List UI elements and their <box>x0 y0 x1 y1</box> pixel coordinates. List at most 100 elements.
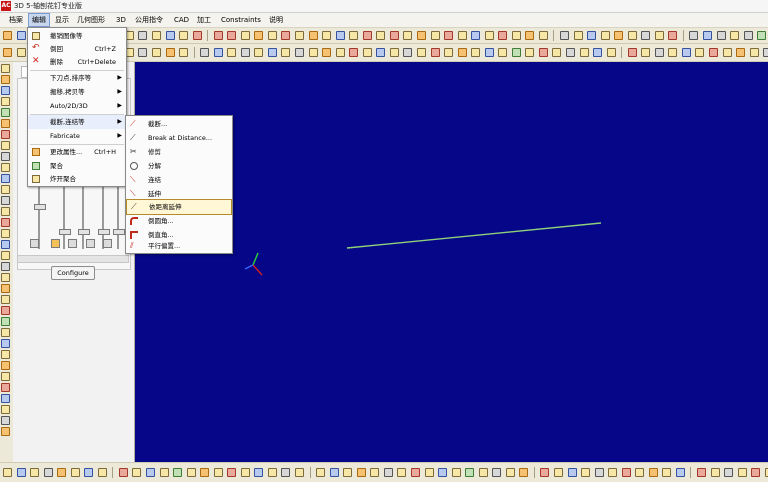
tool-icon[interactable] <box>132 468 142 477</box>
menu-item-explode-group[interactable]: 炸开聚合 <box>28 172 126 186</box>
tool-icon[interactable] <box>1 372 10 381</box>
submenu-item-break[interactable]: ⟋ 截断... <box>126 117 232 131</box>
submenu-item-extend[interactable]: ⟍ 延伸 <box>126 187 232 201</box>
submenu-item-explode[interactable]: 分解 <box>126 159 232 173</box>
tool-icon[interactable] <box>730 31 740 40</box>
menu-item-move-copy[interactable]: 搬移,拷贝等 ▶ <box>28 85 126 99</box>
menu-machining[interactable]: 加工 <box>194 14 214 26</box>
tool-icon[interactable] <box>430 31 440 40</box>
tool-icon[interactable] <box>451 468 461 477</box>
tool-icon[interactable] <box>559 31 569 40</box>
tool-icon[interactable] <box>416 48 426 57</box>
tool-icon[interactable] <box>362 31 372 40</box>
tool-icon[interactable] <box>457 31 467 40</box>
tool-icon[interactable] <box>200 468 210 477</box>
tool-icon[interactable] <box>1 339 10 348</box>
menu-utilities[interactable]: 公用指令 <box>132 14 166 26</box>
folder-open-icon[interactable] <box>1 75 10 84</box>
tool-icon[interactable] <box>227 48 237 57</box>
tool-icon[interactable] <box>410 468 420 477</box>
tool-icon[interactable] <box>430 48 440 57</box>
tool-icon[interactable] <box>1 240 10 249</box>
tool-icon[interactable] <box>1 97 10 106</box>
menu-item-break-join[interactable]: 截断,连结等 ▶ <box>28 115 126 129</box>
tool-icon[interactable] <box>573 31 583 40</box>
tool-icon[interactable] <box>668 31 678 40</box>
tool-icon[interactable] <box>349 31 359 40</box>
submenu-item-join[interactable]: ⟍ 连结 <box>126 173 232 187</box>
menu-item-auto-2d-3d[interactable]: Auto/2D/3D ▶ <box>28 99 126 113</box>
tool-icon[interactable] <box>322 48 332 57</box>
tool-icon[interactable] <box>593 48 603 57</box>
tool-icon[interactable] <box>654 31 664 40</box>
tool-icon[interactable] <box>146 468 156 477</box>
tool-icon[interactable] <box>1 218 10 227</box>
submenu-item-fillet[interactable]: 倒圆角... <box>126 214 232 228</box>
tool-icon[interactable] <box>675 468 685 477</box>
tool-icon[interactable] <box>1 64 10 73</box>
tool-icon[interactable] <box>281 468 291 477</box>
tool-icon[interactable] <box>1 141 10 150</box>
tool-icon[interactable] <box>240 48 250 57</box>
menu-item-undo-image[interactable]: 撤销图像等 <box>28 29 126 43</box>
tool-icon[interactable] <box>641 48 651 57</box>
tool-icon[interactable] <box>3 48 12 57</box>
tool-icon[interactable] <box>70 468 80 477</box>
tool-icon[interactable] <box>138 48 148 57</box>
tool-icon[interactable] <box>1 207 10 216</box>
tool-icon[interactable] <box>254 468 264 477</box>
slider-thumb[interactable] <box>59 229 71 235</box>
tool-icon[interactable] <box>498 48 508 57</box>
tool-icon[interactable] <box>492 468 502 477</box>
tool-icon[interactable] <box>465 468 475 477</box>
tool-icon[interactable] <box>267 48 277 57</box>
save-icon[interactable] <box>1 86 10 95</box>
tool-icon[interactable] <box>519 468 529 477</box>
geometry-line[interactable] <box>346 222 602 249</box>
tool-icon[interactable] <box>627 31 637 40</box>
tool-icon[interactable] <box>1 405 10 414</box>
menu-geometry[interactable]: 几何图形 <box>74 14 108 26</box>
tool-icon[interactable] <box>505 468 515 477</box>
tool-icon[interactable] <box>641 31 651 40</box>
tool-icon[interactable] <box>444 31 454 40</box>
tool-icon[interactable] <box>648 468 658 477</box>
tool-icon[interactable] <box>1 295 10 304</box>
tool-icon[interactable] <box>254 31 264 40</box>
tool-icon[interactable] <box>118 468 128 477</box>
tool-icon[interactable] <box>1 416 10 425</box>
tool-icon[interactable] <box>681 48 691 57</box>
tool-icon[interactable] <box>308 48 318 57</box>
tool-icon[interactable] <box>281 31 291 40</box>
tool-icon[interactable] <box>403 31 413 40</box>
tool-icon[interactable] <box>322 31 332 40</box>
tool-icon[interactable] <box>165 48 175 57</box>
tool-icon[interactable] <box>608 468 618 477</box>
menu-help[interactable]: 说明 <box>266 14 286 26</box>
menu-constraints[interactable]: Constraints <box>218 14 264 26</box>
panel-icon[interactable] <box>30 239 39 248</box>
tool-icon[interactable] <box>710 468 720 477</box>
tool-icon[interactable] <box>43 468 53 477</box>
tool-icon[interactable] <box>329 468 339 477</box>
menu-item-entry-point-sort[interactable]: 下刀点,排序等 ▶ <box>28 71 126 85</box>
tool-icon[interactable] <box>97 468 107 477</box>
menu-3d[interactable]: 3D <box>113 14 129 26</box>
tool-icon[interactable] <box>484 48 494 57</box>
tool-icon[interactable] <box>438 468 448 477</box>
tool-icon[interactable] <box>213 48 223 57</box>
tool-icon[interactable] <box>30 468 40 477</box>
tool-icon[interactable] <box>281 48 291 57</box>
menu-item-fabricate[interactable]: Fabricate ▶ <box>28 129 126 143</box>
tool-icon[interactable] <box>722 48 732 57</box>
tool-icon[interactable] <box>581 468 591 477</box>
slider-thumb[interactable] <box>34 204 46 210</box>
tool-icon[interactable] <box>757 31 767 40</box>
tool-icon[interactable] <box>763 48 768 57</box>
tool-icon[interactable] <box>295 31 305 40</box>
tool-icon[interactable] <box>1 185 10 194</box>
tool-icon[interactable] <box>3 31 12 40</box>
tool-icon[interactable] <box>370 468 380 477</box>
tool-icon[interactable] <box>702 31 712 40</box>
slider-thumb[interactable] <box>78 229 90 235</box>
